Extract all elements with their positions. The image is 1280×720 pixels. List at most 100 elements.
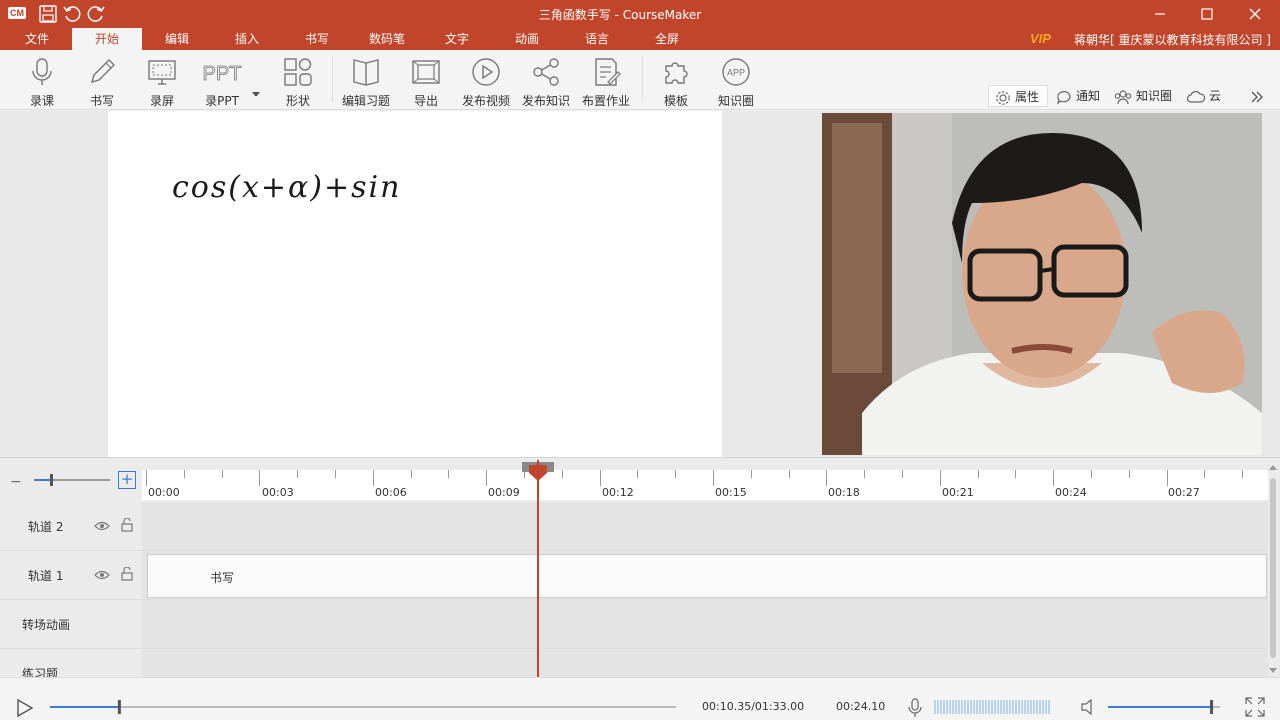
time-ruler[interactable]: 00:00 00:03 00:06 00:09 00:12 00:15 00:1… (142, 470, 1268, 500)
assign-homework-label: 布置作业 (581, 94, 630, 108)
ruler-tick (1242, 470, 1244, 478)
mic-level-meter (934, 700, 1050, 714)
share-icon (533, 58, 559, 86)
write-button[interactable]: 书写 (74, 54, 130, 108)
menu-animation[interactable]: 动画 (492, 28, 562, 50)
menu-text[interactable]: 文字 (422, 28, 492, 50)
transition-track-lane[interactable] (142, 600, 1268, 649)
ruler-tick (221, 470, 223, 478)
svg-text:PPT: PPT (203, 63, 242, 85)
handwriting-strokes: cos(x+α)+sin (172, 170, 399, 205)
writing-clip[interactable]: 书写 (147, 554, 1267, 598)
zoom-out-button[interactable]: − (10, 474, 22, 490)
edit-exercise-label: 编辑习题 (341, 94, 390, 108)
publish-knowledge-button[interactable]: 发布知识 (518, 54, 574, 108)
unlock-icon[interactable] (121, 518, 133, 532)
notify-button[interactable]: 通知 (1056, 85, 1100, 107)
ruler-tick (713, 470, 714, 486)
menu-edit[interactable]: 编辑 (142, 28, 212, 50)
ribbon-toolbar: 录课 书写 录屏 PPT 录PPT 形状 编辑习题 导出 发布视频 发布知识 布… (0, 50, 1280, 110)
assignment-icon (595, 58, 621, 86)
zoom-slider[interactable] (32, 472, 112, 488)
menu-fullscreen[interactable]: 全屏 (632, 28, 702, 50)
microphone-icon[interactable] (908, 698, 922, 718)
ruler-tick (561, 470, 563, 478)
knowledge-circle-button[interactable]: APP 知识圈 (708, 54, 764, 108)
properties-button[interactable]: 属性 (988, 85, 1048, 107)
circle-button[interactable]: 知识圈 (1114, 85, 1172, 107)
template-button[interactable]: 模板 (648, 54, 704, 108)
chat-bubble-icon (1056, 90, 1071, 104)
clip-duration: 00:24.10 (836, 700, 886, 713)
gear-icon (996, 90, 1010, 105)
speaker-icon[interactable] (1080, 698, 1098, 716)
window-title: 三角函数手写 - CourseMaker (538, 8, 702, 22)
user-account[interactable]: 蒋朝华[ 重庆蒙以教育科技有限公司 ] (1074, 31, 1271, 48)
cloud-icon (1186, 90, 1206, 103)
record-lesson-button[interactable]: 录课 (14, 54, 70, 108)
play-icon[interactable] (16, 698, 34, 718)
ruler-tick (864, 470, 866, 478)
eye-icon[interactable] (94, 520, 110, 532)
playback-bar: 00:10.35/01:33.00 00:24.10 (0, 677, 1280, 720)
ribbon-separator (332, 56, 333, 102)
ruler-tick (1128, 470, 1130, 478)
menu-language[interactable]: 语言 (562, 28, 632, 50)
ruler-tick (788, 470, 790, 478)
whiteboard[interactable]: cos(x+α)+sin (108, 111, 722, 457)
screen-record-button[interactable]: 录屏 (134, 54, 190, 108)
app-icon: APP (722, 58, 750, 86)
menu-file[interactable]: 文件 (2, 28, 72, 50)
ruler-tick (259, 470, 261, 486)
edit-exercise-button[interactable]: 编辑习题 (338, 54, 394, 108)
assign-homework-button[interactable]: 布置作业 (578, 54, 634, 108)
export-button[interactable]: 导出 (398, 54, 454, 108)
ruler-tick (675, 470, 677, 478)
menu-write[interactable]: 书写 (282, 28, 352, 50)
record-ppt-label: 录PPT (205, 94, 239, 108)
ruler-tick (1166, 470, 1168, 486)
maximize-button[interactable] (1187, 2, 1227, 26)
track-2-name: 轨道 2 (28, 520, 64, 534)
tick-label: 00:18 (828, 486, 860, 499)
volume-slider[interactable] (1106, 700, 1222, 714)
ruler-tick (1053, 470, 1055, 486)
shapes-label: 形状 (285, 94, 310, 108)
playback-progress-slider[interactable] (48, 700, 678, 714)
cloud-label: 云 (1209, 89, 1222, 103)
track-2-lane[interactable] (142, 502, 1268, 551)
record-ppt-dropdown[interactable] (246, 54, 266, 106)
coursemaker-window: CM 三角函数手写 - CourseMaker 文件 开始 编辑 插入 书写 数… (0, 0, 1280, 720)
ruler-tick (410, 470, 412, 478)
ruler-tick (902, 470, 903, 478)
cloud-button[interactable]: 云 (1186, 85, 1222, 107)
menu-insert[interactable]: 插入 (212, 28, 282, 50)
unlock-icon[interactable] (121, 567, 133, 581)
ruler-tick (183, 470, 185, 478)
book-icon (353, 59, 379, 86)
tick-label: 00:21 (942, 486, 974, 499)
shapes-button[interactable]: 形状 (270, 54, 326, 108)
eye-icon[interactable] (94, 569, 110, 581)
minimize-button[interactable] (1140, 2, 1180, 26)
zoom-in-button[interactable]: + (118, 471, 136, 489)
menu-home[interactable]: 开始 (72, 28, 142, 50)
ruler-tick (637, 470, 639, 478)
exercise-track-header: 练习题 (0, 649, 142, 681)
double-chevron-right-icon (1251, 91, 1263, 102)
close-button[interactable] (1235, 2, 1275, 26)
exercise-track-lane[interactable] (142, 649, 1268, 678)
camera-preview (822, 113, 1262, 455)
tick-label: 00:03 (262, 486, 294, 499)
expand-panel-button[interactable] (1250, 85, 1268, 107)
timeline-vertical-scrollbar[interactable] (1268, 464, 1278, 674)
fullscreen-icon[interactable] (1244, 696, 1266, 718)
publish-video-button[interactable]: 发布视频 (458, 54, 514, 108)
ruler-tick (1091, 470, 1092, 478)
record-ppt-button[interactable]: PPT 录PPT (194, 54, 250, 108)
vip-badge[interactable]: VIP (1030, 31, 1051, 46)
ruler-tick (1204, 470, 1206, 478)
menu-digital-pen[interactable]: 数码笔 (352, 28, 422, 50)
ribbon-separator (642, 56, 643, 102)
template-label: 模板 (663, 94, 688, 108)
